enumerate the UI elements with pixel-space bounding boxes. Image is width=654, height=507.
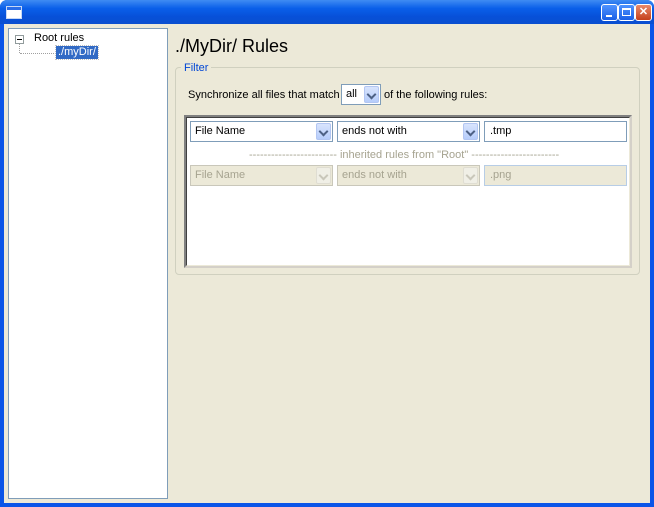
page-title: ./MyDir/ Rules xyxy=(175,36,289,56)
close-button[interactable]: ✕ xyxy=(635,4,652,21)
collapse-icon[interactable] xyxy=(15,35,24,44)
tree-connector xyxy=(20,53,56,54)
match-select[interactable]: all xyxy=(341,84,381,105)
inherited-rule-field-select: File Name xyxy=(190,165,333,186)
title-bar[interactable]: ✕ xyxy=(0,0,654,24)
match-select-value: all xyxy=(346,88,358,100)
tree-connector xyxy=(19,44,20,53)
inherited-rule-value-input: .png xyxy=(484,165,627,186)
inherited-rule-field-value: File Name xyxy=(195,169,246,181)
app-window: ✕ Root rules ./myDir/ ./MyDir/ Rules Fil… xyxy=(0,0,654,507)
tree-item-root-rules[interactable]: Root rules xyxy=(34,32,84,44)
rules-tree[interactable]: Root rules ./myDir/ xyxy=(8,28,168,499)
minimize-icon xyxy=(606,15,612,17)
sync-suffix-label: of the following rules: xyxy=(384,89,488,101)
chevron-down-icon[interactable] xyxy=(316,123,331,140)
rule-value-input[interactable]: .tmp xyxy=(484,121,627,142)
maximize-button[interactable] xyxy=(618,4,635,21)
minimize-button[interactable] xyxy=(601,4,618,21)
close-icon: ✕ xyxy=(638,6,649,18)
maximize-icon xyxy=(622,8,631,16)
inherited-rule-condition-select: ends not with xyxy=(337,165,480,186)
rule-condition-select[interactable]: ends not with xyxy=(337,121,480,142)
filter-legend: Filter xyxy=(181,62,212,74)
inherited-rules-separator: ------------------------ inherited rules… xyxy=(249,149,560,161)
window-icon[interactable] xyxy=(6,6,22,19)
chevron-down-icon[interactable] xyxy=(364,86,379,103)
chevron-down-icon[interactable] xyxy=(463,123,478,140)
rule-condition-value: ends not with xyxy=(342,125,407,137)
splitter[interactable] xyxy=(168,24,171,503)
chevron-down-icon xyxy=(463,167,478,184)
rule-field-value: File Name xyxy=(195,125,246,137)
rule-field-select[interactable]: File Name xyxy=(190,121,333,142)
sync-prefix-label: Synchronize all files that match xyxy=(188,89,340,101)
chevron-down-icon xyxy=(316,167,331,184)
inherited-rule-condition-value: ends not with xyxy=(342,169,407,181)
client-area: Root rules ./myDir/ ./MyDir/ Rules Filte… xyxy=(4,24,650,503)
tree-item-mydir[interactable]: ./myDir/ xyxy=(55,45,99,60)
